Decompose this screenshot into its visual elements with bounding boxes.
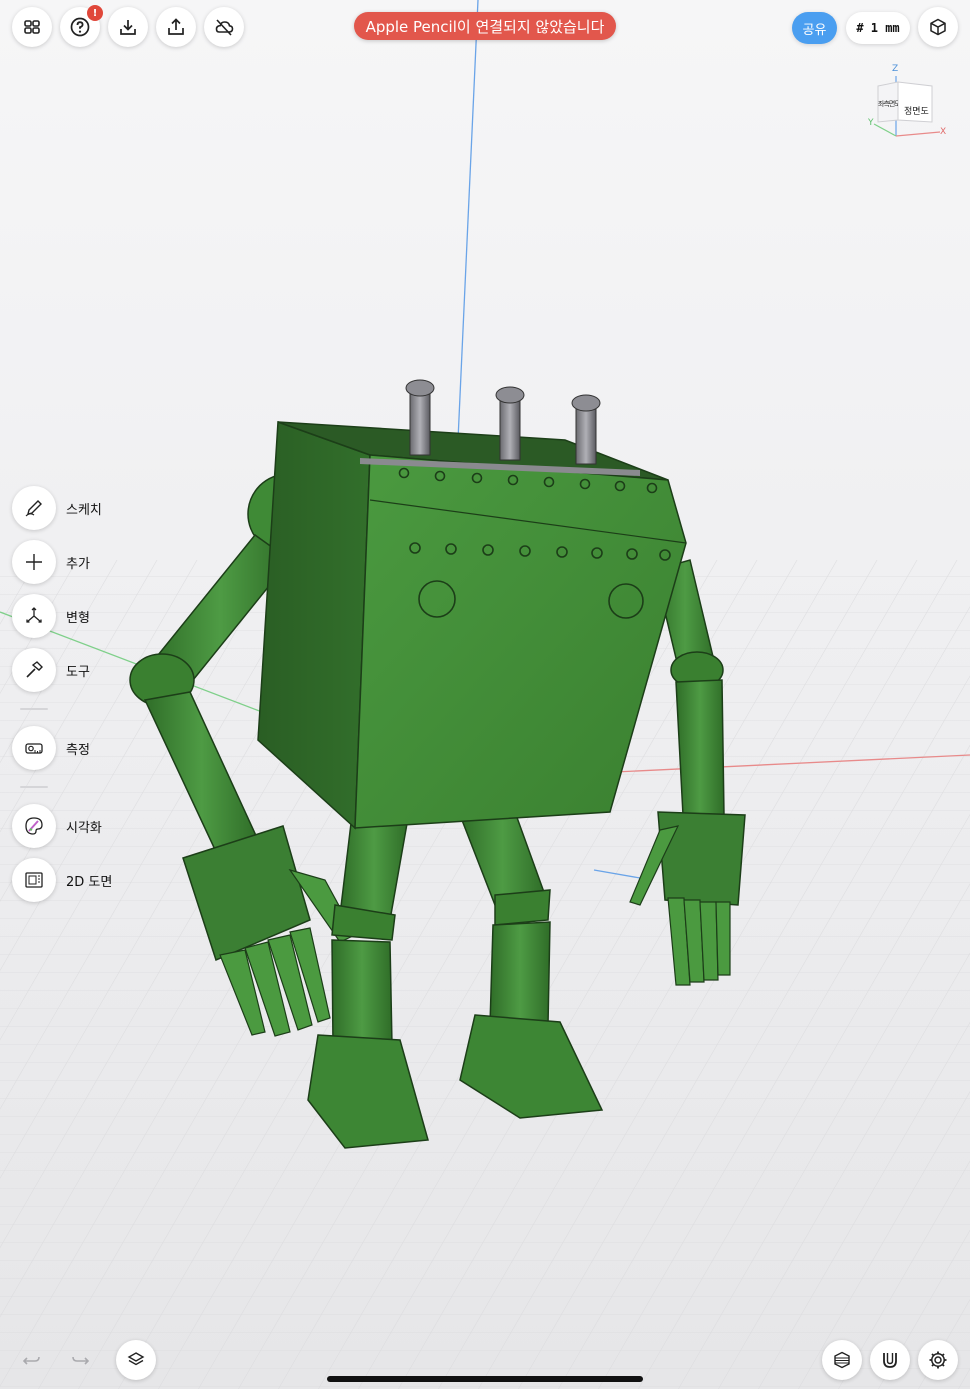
tool-divider <box>20 708 48 710</box>
tool-2d-drawing[interactable]: 2D 도면 <box>12 858 112 902</box>
tool-add[interactable]: 추가 <box>12 540 90 584</box>
3d-viewport[interactable] <box>0 0 970 1389</box>
transform-button[interactable] <box>12 594 56 638</box>
tool-label: 시각화 <box>66 820 102 836</box>
view-cube-front-face[interactable]: 정면도 <box>904 104 929 117</box>
magnet-icon <box>883 1353 897 1368</box>
tape-measure-icon <box>25 743 43 754</box>
layers-icon <box>127 1352 145 1366</box>
tool-divider <box>20 786 48 788</box>
tool-label: 변형 <box>66 610 90 626</box>
import-icon <box>120 20 136 35</box>
import-button[interactable] <box>108 7 148 47</box>
export-icon <box>168 18 184 35</box>
undo-button[interactable] <box>12 1340 52 1380</box>
cube-view-icon <box>930 18 946 36</box>
gear-icon <box>929 1351 947 1369</box>
view-mode-button[interactable] <box>918 7 958 47</box>
hammer-icon <box>26 661 43 678</box>
tool-transform[interactable]: 변형 <box>12 594 90 638</box>
pencil-not-connected-toast[interactable]: Apple Pencil이 연결되지 않았습니다 <box>354 12 616 40</box>
tool-label: 측정 <box>66 742 90 758</box>
axis-z-label: Z <box>892 64 899 74</box>
redo-button[interactable] <box>60 1340 100 1380</box>
tool-measure[interactable]: 측정 <box>12 726 90 770</box>
palette-icon <box>25 817 43 835</box>
tool-label: 추가 <box>66 556 90 572</box>
tool-sketch[interactable]: 스케치 <box>12 486 102 530</box>
snap-button[interactable] <box>870 1340 910 1380</box>
help-icon <box>70 17 90 37</box>
axis-y-label: Y <box>868 118 874 128</box>
grid-icon <box>24 20 40 34</box>
cloud-sync-button[interactable] <box>204 7 244 47</box>
redo-icon <box>72 1356 90 1365</box>
drawing-icon <box>25 872 43 888</box>
home-indicator <box>327 1376 643 1382</box>
transform-icon <box>26 607 42 623</box>
help-alert-badge: ! <box>87 5 103 21</box>
plus-icon <box>26 554 42 570</box>
undo-icon <box>22 1356 40 1365</box>
robot-body[interactable] <box>257 379 687 830</box>
layers-button[interactable] <box>116 1340 156 1380</box>
tool-tools[interactable]: 도구 <box>12 648 90 692</box>
cloud-off-icon <box>215 19 234 36</box>
visualize-button[interactable] <box>12 804 56 848</box>
settings-button[interactable] <box>918 1340 958 1380</box>
sketch-button[interactable] <box>12 486 56 530</box>
measure-button[interactable] <box>12 726 56 770</box>
drawing-button[interactable] <box>12 858 56 902</box>
axis-x-label: X <box>940 127 947 137</box>
apps-grid-button[interactable] <box>12 7 52 47</box>
section-cube-icon <box>834 1351 850 1369</box>
tool-visualize[interactable]: 시각화 <box>12 804 102 848</box>
view-cube-side-face[interactable]: 좌측면도 <box>878 99 898 109</box>
scene-canvas <box>0 0 970 1389</box>
export-button[interactable] <box>156 7 196 47</box>
tools-button[interactable] <box>12 648 56 692</box>
tool-label: 도구 <box>66 664 90 680</box>
sketch-pencil-icon <box>25 500 42 517</box>
grid-unit-button[interactable]: # 1 mm <box>846 12 910 44</box>
tool-label: 스케치 <box>66 502 102 518</box>
tool-label: 2D 도면 <box>66 874 113 890</box>
add-button[interactable] <box>12 540 56 584</box>
view-cube[interactable]: Z X Y 좌측면도 정면도 <box>866 64 950 148</box>
share-button[interactable]: 공유 <box>792 12 837 44</box>
section-view-button[interactable] <box>822 1340 862 1380</box>
